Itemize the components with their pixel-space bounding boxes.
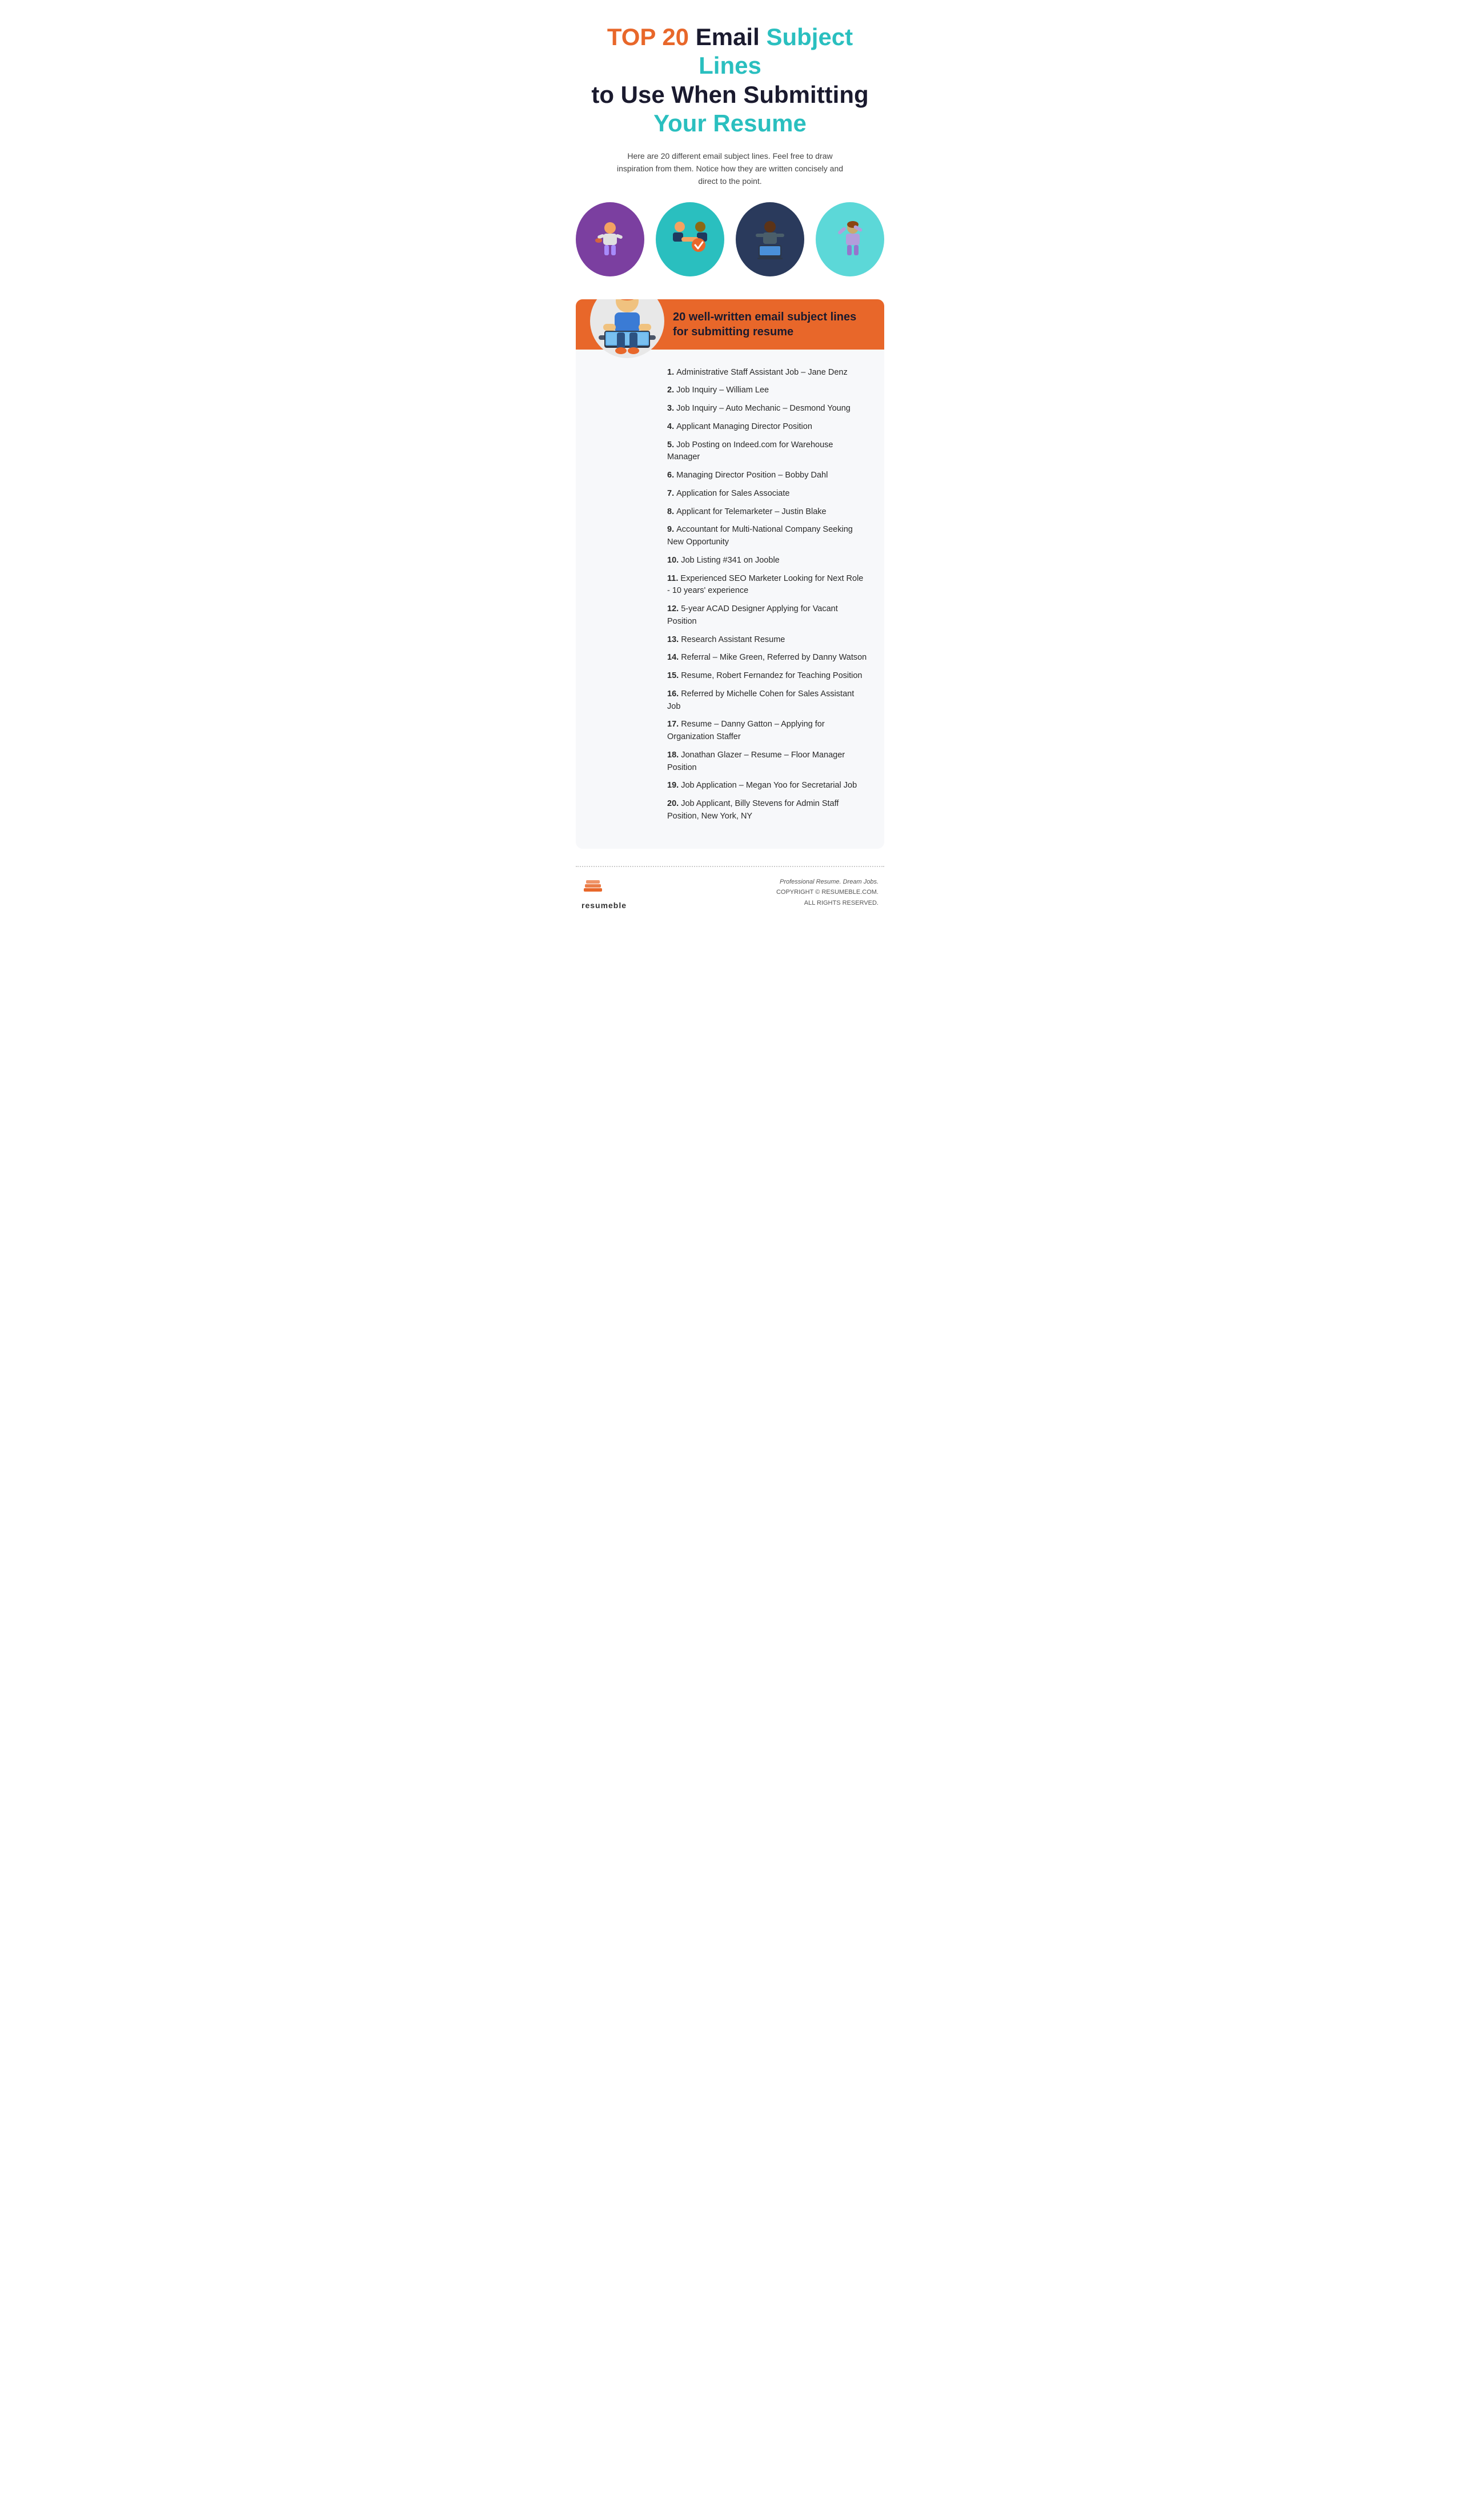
footer-rights: ALL RIGHTS RESERVED. [776,898,879,909]
list-item: Referred by Michelle Cohen for Sales Ass… [667,685,867,716]
box-header-title: 20 well-written email subject lines for … [673,310,873,339]
illustrations-row [576,202,884,276]
list-item: Application for Sales Associate [667,485,867,503]
box-header: 20 well-written email subject lines for … [576,299,884,350]
list-item: Administrative Staff Assistant Job – Jan… [667,364,867,382]
email-subject-lines-list: Administrative Staff Assistant Job – Jan… [667,364,867,826]
logo-area: resumeble [581,876,627,910]
list-item: Research Assistant Resume [667,631,867,649]
list-item: Accountant for Multi-National Company Se… [667,521,867,552]
list-item: Jonathan Glazer – Resume – Floor Manager… [667,747,867,777]
list-item: Job Applicant, Billy Stevens for Admin S… [667,795,867,826]
list-item: Applicant Managing Director Position [667,418,867,436]
person-at-laptop-illustration [587,299,667,355]
list-item: Referral – Mike Green, Referred by Danny… [667,649,867,667]
list-item: Job Inquiry – William Lee [667,382,867,400]
illustration-person-sitting [736,202,804,276]
header-section: TOP 20 Email Subject Lines to Use When S… [576,23,884,138]
list-item: Job Posting on Indeed.com for Warehouse … [667,436,867,467]
email-text: Email [689,23,766,50]
footer-right: Professional Resume. Dream Jobs. COPYRIG… [776,877,879,909]
illustration-person-working [576,202,644,276]
logo-text: resumeble [581,901,627,910]
top20-highlight: TOP 20 [607,23,689,50]
list-item: Managing Director Position – Bobby Dahl [667,467,867,485]
list-item: Job Inquiry – Auto Mechanic – Desmond Yo… [667,400,867,418]
email-list-container: Administrative Staff Assistant Job – Jan… [650,350,884,832]
main-content-box: 20 well-written email subject lines for … [576,299,884,849]
subtitle-text: Here are 20 different email subject line… [610,150,850,188]
illustration-person-celebrating [816,202,884,276]
footer-copyright: COPYRIGHT © RESUMEBLE.COM. [776,887,879,898]
list-item: 5-year ACAD Designer Applying for Vacant… [667,600,867,631]
resumeble-logo-icon [581,876,604,898]
list-item: Job Listing #341 on Jooble [667,552,867,570]
title-line2: to Use When Submitting [591,81,868,108]
list-item: Experienced SEO Marketer Looking for Nex… [667,570,867,601]
footer-divider [576,866,884,867]
illustration-handshake [656,202,724,276]
title-line3: Your Resume [653,110,807,137]
page-wrapper: TOP 20 Email Subject Lines to Use When S… [547,0,913,927]
list-item: Applicant for Telemarketer – Justin Blak… [667,503,867,521]
footer-tagline: Professional Resume. Dream Jobs. [776,877,879,888]
list-item: Job Application – Megan Yoo for Secretar… [667,777,867,795]
list-item: Resume – Danny Gatton – Applying for Org… [667,716,867,747]
footer-section: resumeble Professional Resume. Dream Job… [576,876,884,910]
list-item: Resume, Robert Fernandez for Teaching Po… [667,667,867,685]
main-title: TOP 20 Email Subject Lines to Use When S… [576,23,884,138]
